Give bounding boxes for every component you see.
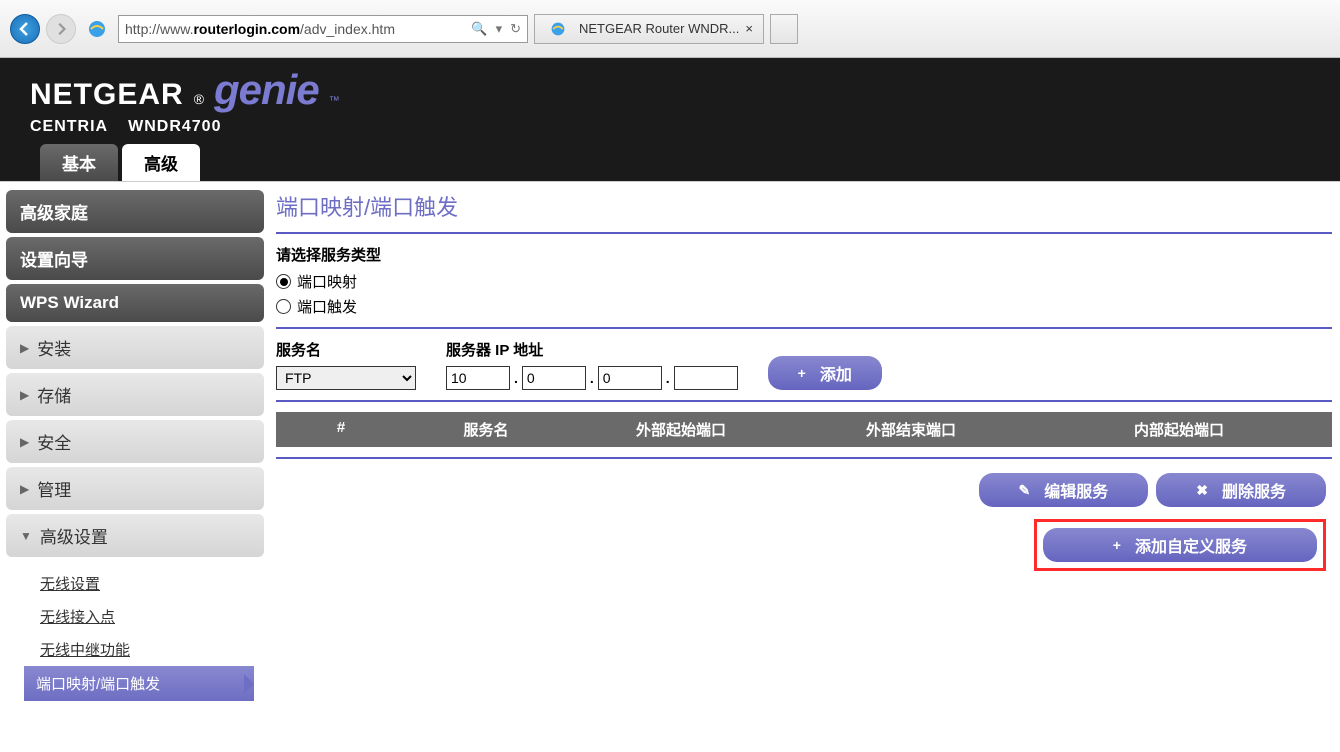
tab-title: NETGEAR Router WNDR...: [579, 21, 739, 36]
sidebar-item-setup-wizard[interactable]: 设置向导: [6, 237, 264, 280]
radio-unchecked-icon: [276, 299, 291, 314]
main-content: 端口映射/端口触发 请选择服务类型 端口映射 端口触发 服务名 FTP 服务器 …: [270, 182, 1340, 715]
chevron-right-icon: ▶: [20, 435, 29, 449]
sidebar-sub-ap[interactable]: 无线接入点: [40, 600, 264, 633]
dropdown-icon[interactable]: ▾: [496, 21, 503, 37]
col-number: #: [276, 412, 406, 447]
tab-advanced[interactable]: 高级: [122, 144, 200, 181]
chevron-right-icon: ▶: [20, 341, 29, 355]
select-service[interactable]: FTP: [276, 366, 416, 390]
back-button[interactable]: [10, 14, 40, 44]
col-ext-end-port: 外部结束端口: [796, 412, 1026, 447]
arrow-right-icon: [54, 22, 68, 36]
page-header: NETGEAR® genie™ CENTRIA WNDR4700 基本 高级: [0, 58, 1340, 181]
delete-service-button[interactable]: ✖ 删除服务: [1156, 473, 1326, 507]
search-icon[interactable]: 🔍: [471, 21, 487, 37]
col-ext-start-port: 外部起始端口: [566, 412, 796, 447]
col-int-start-port: 内部起始端口: [1026, 412, 1332, 447]
sidebar-item-advanced-home[interactable]: 高级家庭: [6, 190, 264, 233]
chevron-right-icon: ▶: [20, 482, 29, 496]
radio-port-forward[interactable]: 端口映射: [276, 271, 1332, 292]
sidebar-sub-portfwd[interactable]: 端口映射/端口触发: [24, 666, 254, 701]
page-title: 端口映射/端口触发: [276, 190, 1332, 222]
refresh-icon[interactable]: ↻: [510, 21, 521, 37]
ip-octet-2[interactable]: [522, 366, 586, 390]
label-service-name: 服务名: [276, 339, 416, 360]
ip-octet-3[interactable]: [598, 366, 662, 390]
sidebar-item-management[interactable]: ▶管理: [6, 467, 264, 510]
arrow-left-icon: [17, 21, 33, 37]
sidebar-item-wps-wizard[interactable]: WPS Wizard: [6, 284, 264, 322]
edit-service-button[interactable]: ✎ 编辑服务: [979, 473, 1149, 507]
browser-tab[interactable]: NETGEAR Router WNDR... ×: [534, 14, 764, 44]
sidebar: 高级家庭 设置向导 WPS Wizard ▶安装 ▶存储 ▶安全 ▶管理 ▼高级…: [0, 182, 270, 715]
browser-toolbar: http://www.routerlogin.com/adv_index.htm…: [0, 0, 1340, 58]
ip-octet-1[interactable]: [446, 366, 510, 390]
sidebar-item-advanced-settings[interactable]: ▼高级设置: [6, 514, 264, 557]
add-custom-service-button[interactable]: + 添加自定义服务: [1043, 528, 1317, 562]
sidebar-sub-wireless[interactable]: 无线设置: [40, 567, 264, 600]
add-button[interactable]: + 添加: [768, 356, 882, 390]
product-name: WNDR4700: [128, 118, 221, 136]
ie-icon: [86, 18, 108, 40]
sidebar-item-install[interactable]: ▶安装: [6, 326, 264, 369]
sidebar-item-security[interactable]: ▶安全: [6, 420, 264, 463]
genie-logo: genie: [214, 66, 319, 114]
x-icon: ✖: [1196, 482, 1208, 499]
close-icon[interactable]: ×: [745, 21, 753, 36]
tab-basic[interactable]: 基本: [40, 144, 118, 181]
brand-logo: NETGEAR: [30, 78, 184, 112]
model-name: CENTRIA: [30, 118, 108, 136]
plus-icon: +: [798, 365, 806, 381]
pencil-icon: ✎: [1019, 482, 1031, 499]
label-server-ip: 服务器 IP 地址: [446, 339, 738, 360]
url-text: http://www.routerlogin.com/adv_index.htm: [125, 21, 471, 37]
label-select-service-type: 请选择服务类型: [276, 244, 1332, 265]
radio-port-trigger[interactable]: 端口触发: [276, 296, 1332, 317]
ie-icon: [547, 18, 569, 40]
sidebar-item-storage[interactable]: ▶存储: [6, 373, 264, 416]
new-tab-button[interactable]: [770, 14, 798, 44]
highlight-box: + 添加自定义服务: [1034, 519, 1326, 571]
chevron-down-icon: ▼: [20, 529, 32, 543]
sidebar-sub-repeater[interactable]: 无线中继功能: [40, 633, 264, 666]
ip-octet-4[interactable]: [674, 366, 738, 390]
radio-checked-icon: [276, 274, 291, 289]
col-service-name: 服务名: [406, 412, 566, 447]
address-bar[interactable]: http://www.routerlogin.com/adv_index.htm…: [118, 15, 528, 43]
forward-button[interactable]: [46, 14, 76, 44]
table-header: # 服务名 外部起始端口 外部结束端口 内部起始端口: [276, 412, 1332, 447]
chevron-right-icon: ▶: [20, 388, 29, 402]
plus-icon: +: [1113, 537, 1121, 553]
